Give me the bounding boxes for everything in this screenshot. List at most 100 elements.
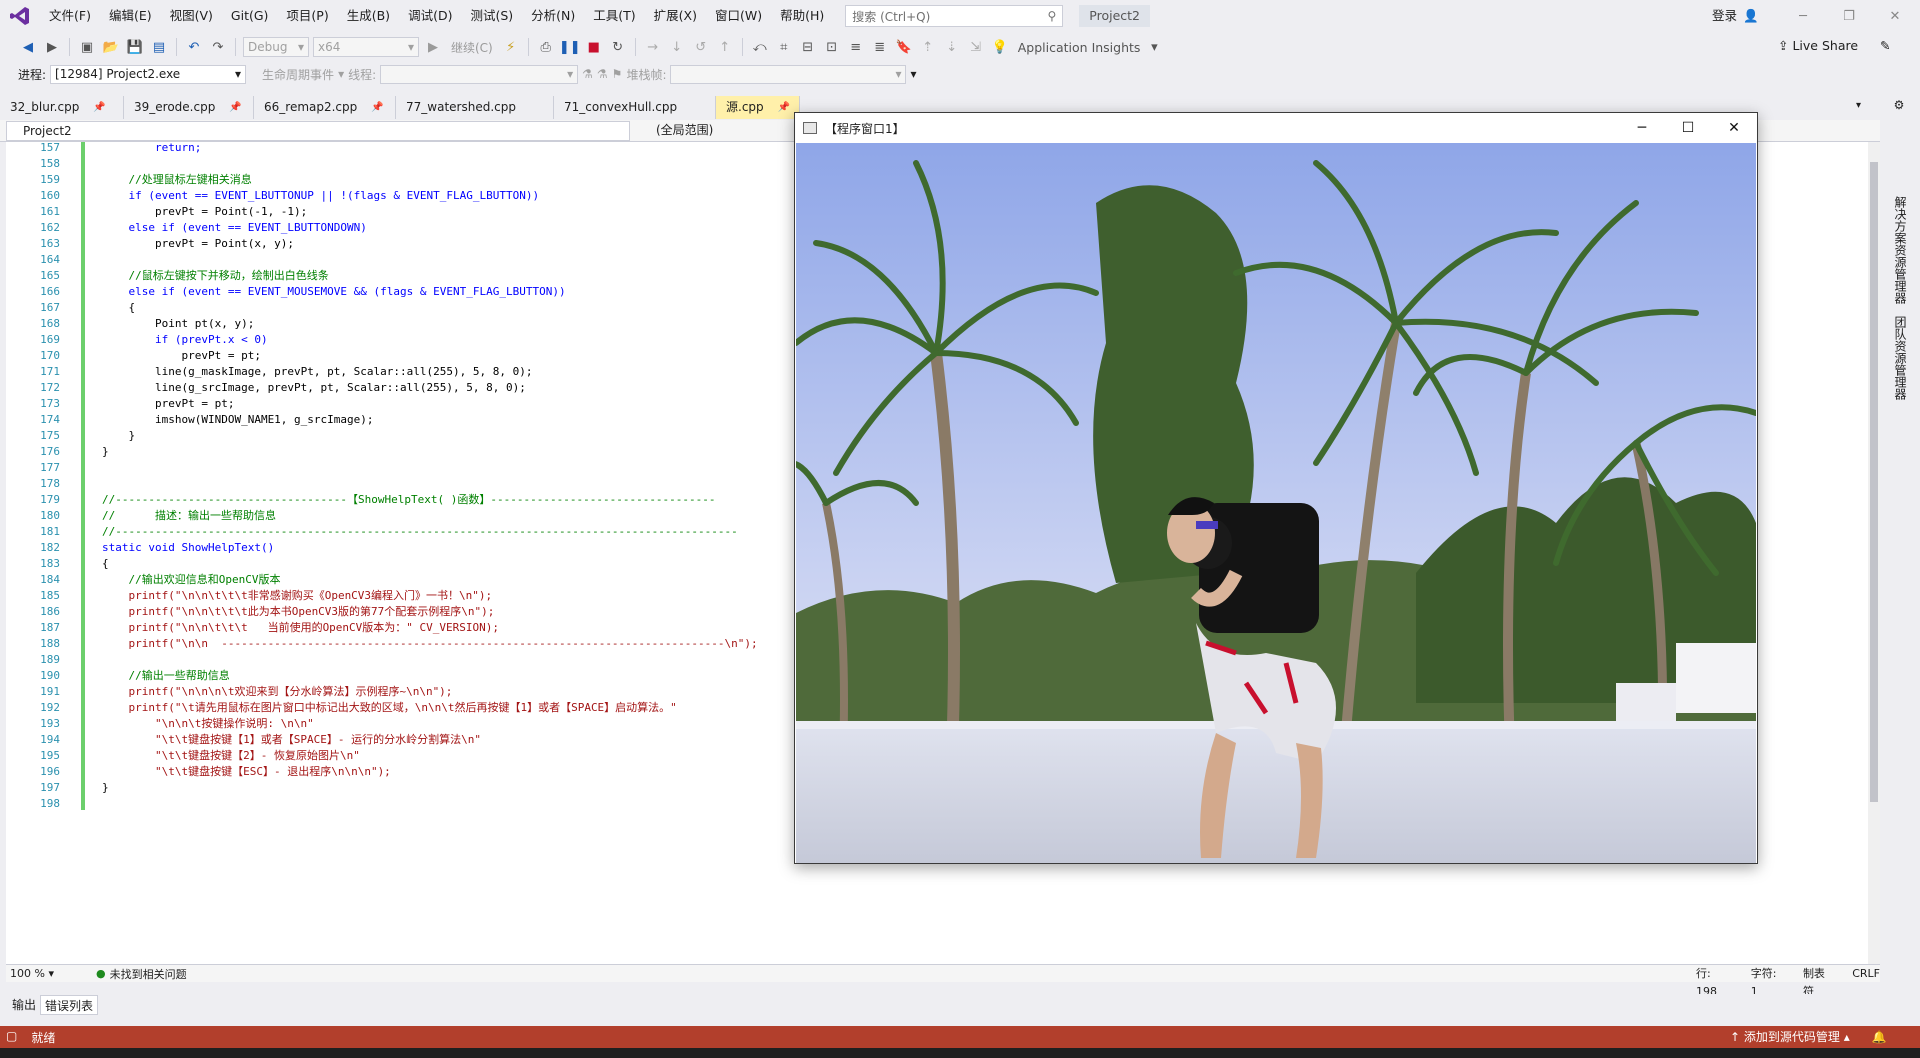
line-ending[interactable]: CRLF [1852,965,1880,983]
pin-icon[interactable]: 📌 [93,96,105,119]
settings-icon[interactable]: ⚙ [1892,98,1906,112]
hex-display-icon[interactable]: ⌗ [774,37,794,57]
tab-error-list[interactable]: 错误列表 [40,995,99,1015]
flag-threads-icon[interactable]: ⚑ [612,67,623,81]
menu-window[interactable]: 窗口(W) [706,0,771,32]
image-window[interactable]: 【程序窗口1】 ─ ☐ ✕ [794,112,1758,864]
zoom-dropdown[interactable]: 100 % ▾ [6,967,66,980]
open-file-icon[interactable]: 📂 [101,37,121,57]
menu-extensions[interactable]: 扩展(X) [645,0,706,32]
application-insights-button[interactable]: Application Insights [1018,40,1141,55]
overflow-icon[interactable]: ▾ [910,67,916,81]
undo-icon[interactable]: ↶ [184,37,204,57]
solution-explorer-tab[interactable]: 解决方案资源管理器 [1892,196,1909,304]
step-into-icon[interactable]: ↓ [667,37,687,57]
image-window-close-button[interactable]: ✕ [1711,113,1757,143]
project-dropdown[interactable]: Project2 [6,120,630,141]
tab-71-convexhull[interactable]: 71_convexHull.cpp [554,96,716,119]
search-input[interactable]: 搜索 (Ctrl+Q) ⚲ [845,5,1064,27]
chevron-down-icon[interactable]: ▾ [1144,37,1164,57]
live-share-button[interactable]: ⇪ Live Share ✎ [1778,38,1891,53]
continue-button[interactable]: 继续(C) [447,39,497,56]
comment-out-icon[interactable]: ≡ [846,37,866,57]
redo-icon[interactable]: ↷ [208,37,228,57]
new-project-icon[interactable]: ▣ [77,37,97,57]
pause-icon[interactable]: ❚❚ [559,37,581,57]
continue-play-icon[interactable]: ▶ [423,37,443,57]
bookmark-icon[interactable]: 🔖 [894,37,914,57]
add-to-source-control-button[interactable]: ↑ 添加到源代码管理 ▴ 🔔 [1730,1026,1887,1048]
menu-tools[interactable]: 工具(T) [584,0,644,32]
user-icon: 👤 [1743,8,1759,23]
tab-overflow-icon[interactable]: ▾ [1856,100,1861,111]
scrollbar-thumb[interactable] [1870,162,1878,802]
image-window-titlebar[interactable]: 【程序窗口1】 ─ ☐ ✕ [795,113,1757,143]
lifecycle-events-button[interactable]: 生命周期事件 [262,66,334,83]
output-icon: ▢ [6,1028,18,1043]
menu-file[interactable]: 文件(F) [40,0,100,32]
photo-canvas[interactable] [796,143,1756,863]
configuration-dropdown[interactable]: Debug ▾ [243,37,309,57]
step-over-icon[interactable]: → [643,37,663,57]
filter-clear-icon[interactable]: ⚗ [597,67,608,81]
close-button[interactable]: ✕ [1872,0,1918,32]
stop-icon[interactable]: ■ [584,37,604,57]
line-number: 174 [40,413,60,426]
menu-build[interactable]: 生成(B) [338,0,399,32]
menu-debug[interactable]: 调试(D) [399,0,461,32]
tab-39-erode[interactable]: 39_erode.cpp 📌 [124,96,254,119]
menu-view[interactable]: 视图(V) [161,0,222,32]
image-window-maximize-button[interactable]: ☐ [1665,113,1711,143]
clear-bookmarks-icon[interactable]: ⇲ [966,37,986,57]
save-icon[interactable]: 💾 [125,37,145,57]
tab-32-blur[interactable]: 32_blur.cpp 📌 [0,96,124,119]
platform-value: x64 [318,40,341,54]
feedback-icon[interactable]: ✎ [1880,38,1890,53]
line-number: 185 [40,589,60,602]
menu-git[interactable]: Git(G) [222,0,278,32]
team-explorer-tab[interactable]: 团队资源管理器 [1892,316,1909,400]
thread-dropdown[interactable]: ▾ [380,64,579,84]
menu-project[interactable]: 项目(P) [277,0,337,32]
application-insights-icon[interactable]: 💡 [990,37,1010,57]
menu-analyze[interactable]: 分析(N) [522,0,584,32]
image-window-minimize-button[interactable]: ─ [1619,113,1665,143]
save-all-icon[interactable]: ▤ [149,37,169,57]
code-text: line(g_srcImage, prevPt, pt, Scalar::all… [102,381,526,394]
issues-indicator[interactable]: ● 未找到相关问题 [96,966,187,982]
sign-in-link[interactable]: 登录 👤 [1712,0,1759,32]
stack-frame-dropdown[interactable]: ▾ [670,64,907,84]
pin-icon[interactable]: 📌 [371,96,383,119]
menu-edit[interactable]: 编辑(E) [100,0,161,32]
editor-vertical-scrollbar[interactable] [1868,142,1880,964]
pin-icon[interactable]: 📌 [778,96,790,119]
tab-source-cpp[interactable]: 源.cpp 📌 [716,96,800,119]
minimize-button[interactable]: ─ [1780,0,1826,32]
prev-bookmark-icon[interactable]: ⇡ [918,37,938,57]
notifications-icon[interactable]: 🔔 [1872,1030,1887,1044]
indentation-mode[interactable]: 制表符 [1803,965,1832,998]
step-back-icon[interactable]: ↺ [691,37,711,57]
navigate-forward-icon[interactable]: ▶ [42,37,62,57]
show-threads-icon[interactable]: ⤺ [750,37,770,57]
menu-test[interactable]: 测试(S) [461,0,522,32]
format-icon[interactable]: ⊡ [822,37,842,57]
restart-icon[interactable]: ↻ [608,37,628,57]
maximize-button[interactable]: ❐ [1826,0,1872,32]
uncomment-icon[interactable]: ≣ [870,37,890,57]
pin-icon[interactable]: 📌 [229,96,241,119]
hot-reload-icon[interactable]: ⚡ [501,37,521,57]
step-out-icon[interactable]: ↑ [715,37,735,57]
filter-icon[interactable]: ⚗ [582,67,593,81]
tab-output[interactable]: 输出 [8,995,40,1015]
menu-help[interactable]: 帮助(H) [771,0,833,32]
screenshot-icon[interactable]: ⎙ [536,37,556,57]
next-bookmark-icon[interactable]: ⇣ [942,37,962,57]
tab-77-watershed[interactable]: 77_watershed.cpp [396,96,554,119]
process-dropdown[interactable]: [12984] Project2.exe ▾ [50,64,247,84]
tab-66-remap2[interactable]: 66_remap2.cpp 📌 [254,96,396,119]
solution-name: Project2 [1079,5,1150,27]
navigate-back-icon[interactable]: ◀ [18,37,38,57]
breakpoints-icon[interactable]: ⊟ [798,37,818,57]
platform-dropdown[interactable]: x64 ▾ [313,37,419,57]
